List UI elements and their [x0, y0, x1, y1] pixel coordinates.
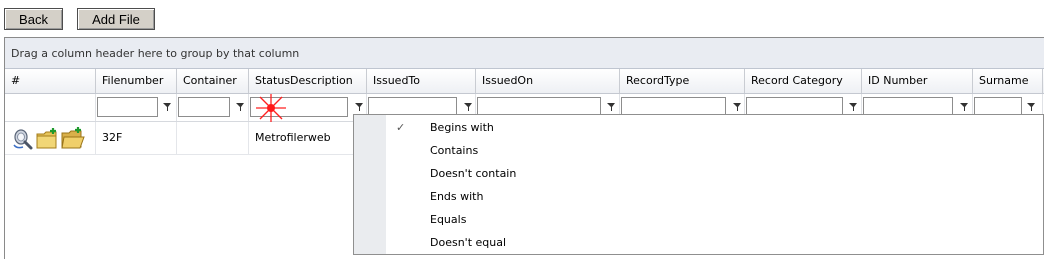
- search-file-icon[interactable]: [11, 125, 35, 151]
- filenumber-cell: 32F: [96, 122, 177, 154]
- row-actions-cell: [5, 122, 96, 154]
- filter-icon[interactable]: [355, 102, 364, 112]
- add-file-button[interactable]: Add File: [77, 8, 155, 30]
- filter-icon[interactable]: [464, 102, 473, 112]
- filenumber-filter-input[interactable]: [97, 97, 158, 117]
- filter-icon[interactable]: [607, 102, 616, 112]
- container-cell: [177, 122, 249, 154]
- filter-cell-container: [177, 94, 249, 121]
- filter-icon[interactable]: [960, 102, 969, 112]
- filter-icon[interactable]: [236, 102, 245, 112]
- column-header-issuedon[interactable]: IssuedOn: [476, 69, 620, 93]
- open-folder-icon[interactable]: [61, 125, 85, 151]
- menu-item-label: Begins with: [430, 121, 494, 134]
- column-header-id-number[interactable]: ID Number: [862, 69, 973, 93]
- back-button[interactable]: Back: [4, 8, 63, 30]
- menu-item-ends-with[interactable]: Ends with: [355, 185, 1043, 208]
- group-by-panel[interactable]: Drag a column header here to group by th…: [5, 38, 1044, 69]
- menu-item-equals[interactable]: Equals: [355, 208, 1043, 231]
- column-header-index[interactable]: #: [5, 69, 96, 93]
- column-header-statusdescription[interactable]: StatusDescription: [249, 69, 367, 93]
- group-by-hint: Drag a column header here to group by th…: [11, 46, 300, 60]
- column-header-record-category[interactable]: Record Category: [745, 69, 862, 93]
- new-folder-icon[interactable]: [36, 125, 60, 151]
- filter-icon[interactable]: [733, 102, 742, 112]
- filter-cell-index: [5, 94, 96, 121]
- menu-item-doesnt-equal[interactable]: Doesn't equal: [355, 231, 1043, 254]
- filter-cell-filenumber: [96, 94, 177, 121]
- menu-item-label: Contains: [430, 144, 479, 157]
- statusdescription-cell: Metrofilerweb: [249, 122, 367, 154]
- menu-item-label: Doesn't equal: [430, 236, 507, 249]
- column-header-issuedto[interactable]: IssuedTo: [367, 69, 476, 93]
- menu-item-label: Equals: [430, 213, 467, 226]
- column-header-row: # Filenumber Container StatusDescription…: [5, 69, 1044, 94]
- menu-item-label: Ends with: [430, 190, 484, 203]
- filter-condition-menu: ✓ Begins with Contains Doesn't contain E…: [353, 114, 1044, 255]
- filter-icon[interactable]: [849, 102, 858, 112]
- column-header-container[interactable]: Container: [177, 69, 249, 93]
- container-filter-input[interactable]: [178, 97, 230, 117]
- filter-icon[interactable]: [1027, 102, 1036, 112]
- menu-item-label: Doesn't contain: [430, 167, 517, 180]
- click-sparkle-icon: [256, 94, 286, 122]
- column-header-surname[interactable]: Surname: [973, 69, 1043, 93]
- checkmark-icon: ✓: [396, 121, 406, 134]
- menu-item-begins-with[interactable]: ✓ Begins with: [355, 116, 1043, 139]
- menu-item-doesnt-contain[interactable]: Doesn't contain: [355, 162, 1043, 185]
- column-header-filenumber[interactable]: Filenumber: [96, 69, 177, 93]
- filter-icon[interactable]: [163, 102, 172, 112]
- menu-item-contains[interactable]: Contains: [355, 139, 1043, 162]
- column-header-recordtype[interactable]: RecordType: [620, 69, 745, 93]
